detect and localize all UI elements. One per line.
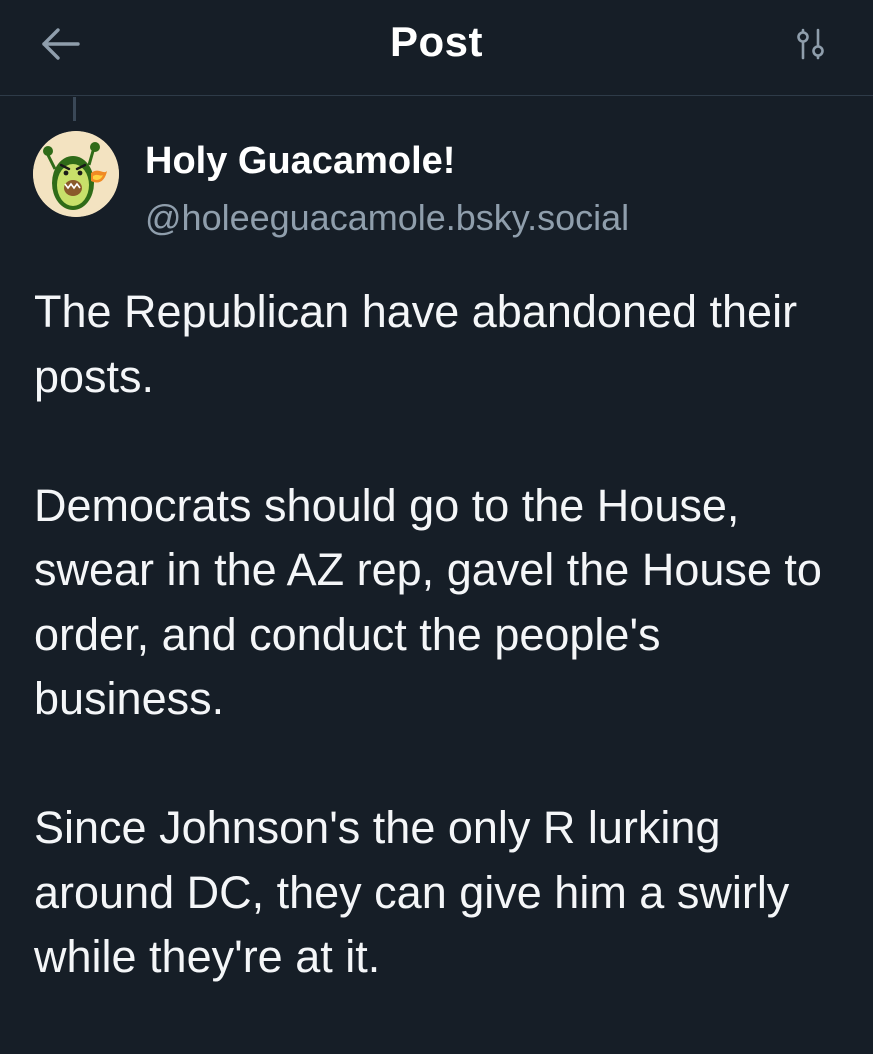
- angry-avocado-avatar: [33, 131, 119, 217]
- post-paragraph: The Republican have abandoned their post…: [34, 286, 798, 402]
- avatar[interactable]: [33, 131, 119, 217]
- author-display-name[interactable]: Holy Guacamole!: [145, 140, 455, 183]
- sliders-icon: [793, 26, 829, 67]
- page-title: Post: [389, 18, 483, 65]
- post-text: The Republican have abandoned their post…: [34, 280, 854, 1054]
- top-bar: Post: [0, 0, 873, 96]
- thread-settings-button[interactable]: [789, 24, 833, 68]
- author-handle[interactable]: @holeeguacamole.bsky.social: [145, 197, 629, 239]
- post-paragraph: Since Johnson's the only R lurking aroun…: [34, 802, 790, 982]
- post-paragraph: Democrats should go to the House, swear …: [34, 479, 822, 725]
- thread-connector-line: [73, 97, 76, 121]
